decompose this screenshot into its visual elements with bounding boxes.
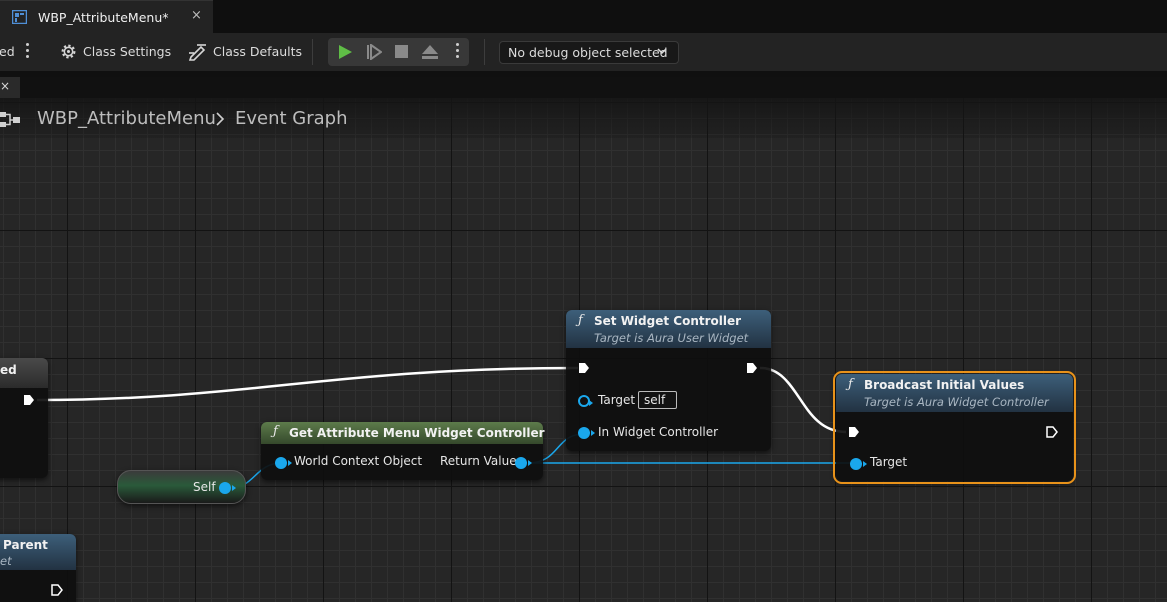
target-self-field[interactable]: self (638, 391, 677, 409)
toolbar: ed Class Settings Class Defaults No debu… (0, 33, 1167, 71)
node-title: Set Widget Controller (594, 314, 742, 328)
node-title: ed (0, 363, 17, 377)
world-context-pin[interactable] (275, 457, 292, 469)
breadcrumb-current: Event Graph (235, 108, 348, 129)
in-widget-controller-pin[interactable] (578, 427, 595, 439)
stop-icon[interactable] (394, 44, 409, 60)
return-value-label: Return Value (440, 454, 517, 468)
event-node[interactable]: ed (0, 358, 48, 478)
function-icon: ƒ (848, 377, 853, 392)
tab-bar: WBP_AttributeMenu* × (0, 0, 1167, 33)
self-output-pin[interactable] (219, 482, 236, 494)
node-header: ƒ Get Attribute Menu Widget Controller (261, 422, 545, 444)
exec-wire-event-to-set (36, 366, 579, 402)
exec-out-pin-icon[interactable] (1046, 426, 1058, 438)
play-options-icon[interactable] (456, 43, 460, 61)
tab-wbp-attributemenu[interactable]: WBP_AttributeMenu* × (0, 0, 213, 33)
node-header: ed (0, 358, 48, 388)
node-title: Get Attribute Menu Widget Controller (289, 426, 545, 440)
play-controls (328, 38, 469, 66)
exec-out-pin-icon[interactable] (23, 394, 35, 406)
panel-tab-strip (20, 77, 1167, 98)
node-header: ƒ Broadcast Initial Values Target is Aur… (836, 374, 1073, 412)
toolbar-divider (484, 39, 485, 65)
class-defaults-icon (188, 44, 206, 61)
parent-node[interactable]: Parent et (0, 534, 76, 602)
function-icon: ƒ (578, 313, 583, 328)
return-value-pin[interactable] (515, 457, 532, 469)
broadcast-initial-values-node[interactable]: ƒ Broadcast Initial Values Target is Aur… (833, 371, 1076, 484)
eject-icon[interactable] (421, 44, 439, 60)
toolbar-cut-label[interactable]: ed (0, 44, 15, 59)
self-node[interactable]: Self (117, 470, 246, 504)
target-pin[interactable] (850, 458, 867, 470)
exec-in-pin-icon[interactable] (578, 362, 590, 374)
node-title: Broadcast Initial Values (864, 378, 1025, 392)
graph-icon (0, 112, 20, 127)
play-icon[interactable] (337, 44, 353, 60)
function-icon: ƒ (273, 424, 278, 439)
class-settings-button[interactable]: Class Settings (83, 44, 171, 59)
target-label: Target (870, 455, 908, 469)
world-context-label: World Context Object (294, 454, 423, 468)
gear-icon (61, 44, 76, 59)
target-pin[interactable] (578, 395, 593, 407)
target-label: Target (598, 393, 636, 407)
tab-close-icon[interactable]: × (191, 8, 202, 23)
node-subtitle: et (0, 554, 12, 568)
debug-object-select[interactable]: No debug object selected (499, 41, 679, 64)
tab-title: WBP_AttributeMenu* (38, 10, 169, 25)
node-header: ƒ Set Widget Controller Target is Aura U… (566, 310, 771, 348)
event-graph-canvas[interactable]: WBP_AttributeMenu Event Graph ed Parent … (0, 98, 1167, 602)
debug-object-label: No debug object selected (508, 45, 668, 60)
exec-wire-set-to-broadcast (759, 366, 847, 434)
class-defaults-button[interactable]: Class Defaults (213, 44, 302, 59)
toolbar-divider (312, 39, 313, 65)
node-subtitle: Target is Aura User Widget (594, 331, 749, 345)
in-widget-controller-label: In Widget Controller (598, 425, 719, 439)
breadcrumb-root[interactable]: WBP_AttributeMenu (37, 108, 216, 129)
step-icon[interactable] (366, 44, 382, 60)
exec-out-pin-icon[interactable] (746, 362, 758, 374)
blueprint-icon (12, 10, 27, 24)
breadcrumb: WBP_AttributeMenu Event Graph (0, 98, 1167, 138)
exec-in-pin-icon[interactable] (848, 426, 860, 438)
target-self-value: self (644, 393, 666, 407)
node-title: Parent (3, 538, 48, 552)
panel-close-icon[interactable]: × (0, 79, 10, 93)
get-attribute-menu-widget-controller-node[interactable]: ƒ Get Attribute Menu Widget Controller W… (261, 422, 545, 480)
chevron-right-icon (216, 112, 225, 126)
chevron-down-icon (657, 48, 667, 55)
node-header: Parent et (0, 534, 76, 570)
node-subtitle: Target is Aura Widget Controller (864, 395, 1049, 409)
toolbar-more-icon[interactable] (26, 43, 30, 61)
set-widget-controller-node[interactable]: ƒ Set Widget Controller Target is Aura U… (566, 310, 771, 451)
exec-out-pin-icon[interactable] (51, 584, 63, 596)
self-label: Self (193, 480, 216, 494)
panel-tab[interactable]: × (0, 77, 20, 98)
